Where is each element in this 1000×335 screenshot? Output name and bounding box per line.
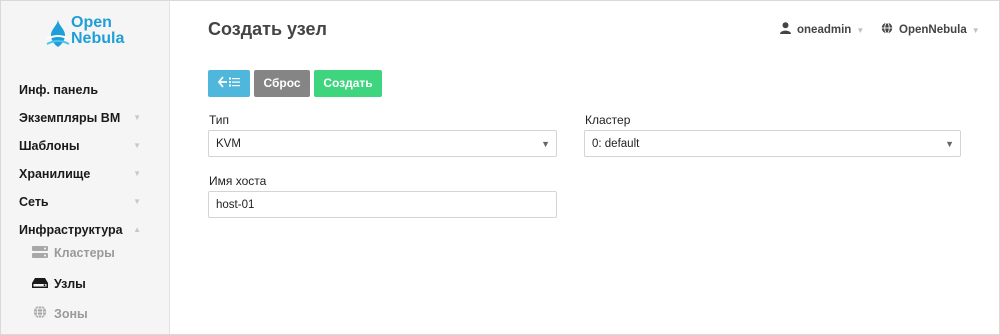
logo-mark-icon (46, 19, 70, 47)
hdd-icon (32, 278, 48, 288)
type-select-value: KVM (216, 138, 241, 150)
back-button[interactable] (208, 70, 250, 97)
zone-menu[interactable]: OpenNebula ▼ (881, 22, 980, 36)
sidebar-item-label: Шаблоны (19, 139, 80, 153)
sidebar-item-label: Экземпляры ВМ (19, 111, 121, 125)
type-label: Тип (209, 113, 230, 127)
sidebar-subitem-zones[interactable]: Зоны (32, 304, 88, 324)
caret-down-icon: ▼ (971, 26, 980, 35)
back-list-icon (217, 76, 240, 88)
user-icon (780, 22, 791, 34)
chevron-down-icon: ▼ (133, 113, 141, 122)
sidebar-subitem-hosts[interactable]: Узлы (32, 274, 86, 294)
globe-icon (33, 305, 47, 319)
sidebar-item-label: Инф. панель (19, 83, 99, 97)
cluster-select-value: 0: default (592, 138, 640, 150)
zone-name: OpenNebula (899, 24, 967, 36)
globe-icon (881, 22, 893, 34)
sidebar-item-network[interactable]: Сеть ▼ (19, 192, 149, 212)
sidebar-item-infrastructure[interactable]: Инфраструктура ▲ (19, 220, 149, 240)
hostname-label: Имя хоста (209, 174, 267, 188)
logo-line-1: Open (71, 14, 112, 31)
sidebar-item-templates[interactable]: Шаблоны ▼ (19, 136, 149, 156)
sidebar-item-vm-instances[interactable]: Экземпляры ВМ ▼ (19, 108, 149, 128)
dropdown-arrow-icon: ▼ (541, 139, 550, 149)
hostname-input[interactable]: host-01 (208, 191, 557, 218)
cluster-select[interactable]: 0: default ▼ (584, 130, 961, 157)
chevron-down-icon: ▼ (133, 169, 141, 178)
sidebar-subitem-label: Кластеры (54, 246, 115, 260)
sidebar-item-label: Инфраструктура (19, 223, 123, 237)
dropdown-arrow-icon: ▼ (945, 139, 954, 149)
user-name: oneadmin (797, 24, 852, 36)
sidebar-subitem-label: Зоны (54, 307, 88, 321)
type-select[interactable]: KVM ▼ (208, 130, 557, 157)
create-button[interactable]: Создать (314, 70, 382, 97)
opennebula-logo[interactable]: Open Nebula (45, 15, 145, 55)
sidebar-item-storage[interactable]: Хранилище ▼ (19, 164, 149, 184)
sidebar-subitem-label: Узлы (54, 277, 86, 291)
chevron-down-icon: ▼ (133, 197, 141, 206)
sidebar-item-dashboard[interactable]: Инф. панель (19, 80, 149, 100)
page-title: Создать узел (208, 19, 327, 39)
logo-line-2: Nebula (71, 30, 125, 47)
reset-button[interactable]: Сброс (254, 70, 310, 97)
chevron-down-icon: ▼ (133, 141, 141, 150)
sidebar-item-label: Хранилище (19, 167, 91, 181)
sidebar-subitem-clusters[interactable]: Кластеры (32, 243, 115, 263)
server-rack-icon (32, 246, 48, 258)
user-menu[interactable]: oneadmin ▼ (780, 22, 864, 36)
hostname-input-value: host-01 (216, 199, 255, 211)
sidebar-item-label: Сеть (19, 195, 49, 209)
caret-down-icon: ▼ (856, 26, 865, 35)
chevron-up-icon: ▲ (133, 225, 141, 234)
sidebar: Open Nebula Инф. панель Экземпляры ВМ ▼ … (1, 1, 170, 334)
cluster-label: Кластер (585, 113, 631, 127)
logo-text: Open Nebula (71, 15, 124, 47)
